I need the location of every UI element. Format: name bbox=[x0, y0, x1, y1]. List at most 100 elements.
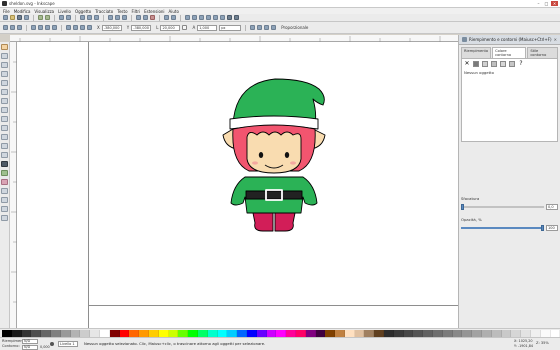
paste-icon[interactable] bbox=[94, 15, 99, 20]
palette-swatch[interactable] bbox=[442, 329, 453, 337]
measure-tool-icon[interactable] bbox=[1, 80, 8, 86]
raise-to-top-icon[interactable] bbox=[66, 25, 71, 30]
horizontal-ruler[interactable] bbox=[10, 35, 458, 42]
palette-swatch[interactable] bbox=[521, 329, 532, 337]
palette-swatch[interactable] bbox=[286, 329, 296, 337]
document-properties-icon[interactable] bbox=[227, 15, 232, 20]
tab-stroke-style[interactable]: Stile contorno bbox=[527, 47, 558, 58]
palette-swatch[interactable] bbox=[2, 329, 12, 337]
palette-swatch[interactable] bbox=[452, 329, 463, 337]
drawing-canvas[interactable] bbox=[17, 42, 458, 328]
group-icon[interactable] bbox=[164, 15, 169, 20]
undo-icon[interactable] bbox=[59, 15, 64, 20]
palette-swatch[interactable] bbox=[491, 329, 502, 337]
raise-icon[interactable] bbox=[73, 25, 78, 30]
menu-edit[interactable]: Modifica bbox=[14, 9, 31, 14]
zoom-drawing-icon[interactable] bbox=[115, 15, 120, 20]
palette-swatch[interactable] bbox=[90, 329, 100, 337]
menu-extensions[interactable]: Estensioni bbox=[144, 9, 164, 14]
palette-swatch[interactable] bbox=[482, 329, 492, 337]
ellipse-tool-icon[interactable] bbox=[1, 107, 8, 113]
palette-swatch[interactable] bbox=[433, 329, 443, 337]
unlink-clone-icon[interactable] bbox=[150, 15, 155, 20]
palette-swatch[interactable] bbox=[41, 329, 51, 337]
menu-filters[interactable]: Filtri bbox=[132, 9, 141, 14]
star-tool-icon[interactable] bbox=[1, 116, 8, 122]
connector-tool-icon[interactable] bbox=[1, 215, 8, 221]
palette-swatch[interactable] bbox=[139, 329, 149, 337]
y-field[interactable]: -380,000 bbox=[131, 24, 152, 31]
export-icon[interactable] bbox=[45, 15, 50, 20]
layer-visibility-icon[interactable] bbox=[50, 342, 54, 346]
lock-icon[interactable] bbox=[182, 25, 188, 30]
palette-swatch[interactable] bbox=[246, 329, 257, 337]
palette-swatch[interactable] bbox=[99, 329, 110, 337]
import-icon[interactable] bbox=[38, 15, 43, 20]
palette-swatch[interactable] bbox=[158, 329, 169, 337]
deselect-icon[interactable] bbox=[17, 25, 22, 30]
menu-view[interactable]: Visualizza bbox=[34, 9, 54, 14]
flat-color-icon[interactable] bbox=[473, 61, 479, 67]
print-icon[interactable] bbox=[24, 15, 29, 20]
palette-swatch[interactable] bbox=[266, 329, 277, 337]
stroke-width-value[interactable]: 0,000 bbox=[40, 345, 50, 349]
redo-icon[interactable] bbox=[66, 15, 71, 20]
zoom-page-icon[interactable] bbox=[122, 15, 127, 20]
palette-swatch[interactable] bbox=[217, 329, 228, 337]
x-field[interactable]: -380,000 bbox=[101, 24, 122, 31]
document-metadata-icon[interactable] bbox=[234, 15, 239, 20]
new-document-icon[interactable] bbox=[3, 15, 8, 20]
swatch-icon[interactable] bbox=[509, 61, 515, 67]
copy-icon[interactable] bbox=[80, 15, 85, 20]
opacity-input[interactable]: 100 bbox=[546, 225, 558, 231]
blur-slider-knob[interactable] bbox=[461, 204, 464, 210]
scale-stroke-icon[interactable] bbox=[250, 25, 256, 30]
menu-text[interactable]: Testo bbox=[117, 9, 127, 14]
menu-object[interactable]: Oggetto bbox=[75, 9, 91, 14]
menu-help[interactable]: Aiuto bbox=[169, 9, 179, 14]
open-file-icon[interactable] bbox=[10, 15, 15, 20]
height-field[interactable]: 1,000 bbox=[197, 24, 218, 31]
palette-swatch[interactable] bbox=[21, 329, 32, 337]
zoom-value[interactable]: Z: 35% bbox=[536, 341, 549, 345]
text-tool-icon[interactable] bbox=[1, 161, 8, 167]
transform-gradients-icon[interactable] bbox=[264, 25, 270, 30]
vertical-ruler[interactable] bbox=[10, 42, 17, 328]
zoom-tool-icon[interactable] bbox=[1, 71, 8, 77]
palette-swatch[interactable] bbox=[227, 329, 238, 337]
palette-swatch[interactable] bbox=[472, 329, 483, 337]
unit-select[interactable]: px bbox=[219, 24, 242, 31]
align-icon[interactable] bbox=[213, 15, 218, 20]
blur-slider[interactable] bbox=[461, 204, 544, 210]
palette-swatch[interactable] bbox=[325, 329, 336, 337]
no-paint-icon[interactable]: ✕ bbox=[464, 61, 470, 67]
palette-swatch[interactable] bbox=[129, 329, 140, 337]
palette-swatch[interactable] bbox=[403, 329, 414, 337]
calligraphy-tool-icon[interactable] bbox=[1, 152, 8, 158]
radial-gradient-icon[interactable] bbox=[491, 61, 497, 67]
palette-swatch[interactable] bbox=[276, 329, 287, 337]
tweak-tool-icon[interactable] bbox=[1, 62, 8, 68]
stroke-indicator[interactable]: N/D bbox=[22, 345, 38, 350]
menu-path[interactable]: Tracciato bbox=[95, 9, 113, 14]
palette-swatch[interactable] bbox=[315, 329, 326, 337]
palette-swatch[interactable] bbox=[501, 329, 512, 337]
blur-input[interactable]: 0,0 bbox=[546, 204, 558, 210]
palette-swatch[interactable] bbox=[393, 329, 404, 337]
menu-layer[interactable]: Livello bbox=[58, 9, 71, 14]
xml-editor-icon[interactable] bbox=[206, 15, 211, 20]
palette-swatch[interactable] bbox=[197, 329, 208, 337]
dropper-tool-icon[interactable] bbox=[1, 206, 8, 212]
menu-file[interactable]: File bbox=[3, 9, 10, 14]
clone-icon[interactable] bbox=[143, 15, 148, 20]
rotate-cw-icon[interactable] bbox=[38, 25, 43, 30]
layers-icon[interactable] bbox=[199, 15, 204, 20]
duplicate-icon[interactable] bbox=[136, 15, 141, 20]
palette-swatch[interactable] bbox=[31, 329, 42, 337]
node-tool-icon[interactable] bbox=[1, 53, 8, 59]
selector-tool-icon[interactable] bbox=[1, 44, 8, 50]
transform-patterns-icon[interactable] bbox=[271, 25, 277, 30]
spray-tool-icon[interactable] bbox=[1, 170, 8, 176]
close-icon[interactable]: ✕ bbox=[554, 37, 557, 42]
palette-swatch[interactable] bbox=[413, 329, 424, 337]
